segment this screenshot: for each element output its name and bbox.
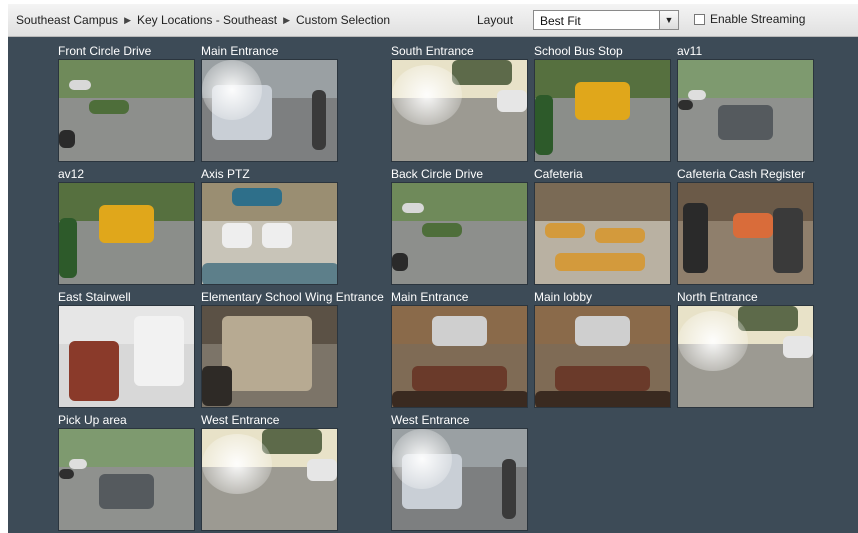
- camera-label: East Stairwell: [58, 290, 131, 304]
- chevron-right-icon: ▶: [283, 15, 290, 25]
- camera-tile[interactable]: North Entrance: [677, 288, 814, 408]
- camera-label: av11: [677, 44, 703, 58]
- camera-grid: Front Circle Drive Main Entrance South Ent…: [8, 37, 858, 533]
- camera-feed-thumbnail[interactable]: [677, 182, 814, 285]
- camera-tile[interactable]: School Bus Stop: [534, 42, 671, 162]
- camera-feed-thumbnail[interactable]: [677, 59, 814, 162]
- camera-tile[interactable]: Main Entrance: [201, 42, 338, 162]
- toolbar: Southeast Campus ▶ Key Locations - Southea…: [8, 4, 858, 37]
- camera-label: Pick Up area: [58, 413, 127, 427]
- camera-tile[interactable]: Main Entrance: [391, 288, 528, 408]
- camera-label: Back Circle Drive: [391, 167, 484, 181]
- camera-tile[interactable]: Front Circle Drive: [58, 42, 195, 162]
- camera-tile[interactable]: Cafeteria: [534, 165, 671, 285]
- camera-label: Main Entrance: [201, 44, 279, 58]
- camera-tile[interactable]: Axis PTZ: [201, 165, 338, 285]
- camera-label: Elementary School Wing Entrance: [201, 290, 384, 304]
- breadcrumb-item-key-locations[interactable]: Key Locations - Southeast: [137, 13, 277, 27]
- camera-feed-thumbnail[interactable]: [391, 59, 528, 162]
- camera-label: av12: [58, 167, 85, 181]
- camera-tile[interactable]: av12: [58, 165, 195, 285]
- layout-select-value: Best Fit: [540, 14, 581, 28]
- camera-feed-thumbnail[interactable]: [58, 182, 195, 285]
- camera-feed-thumbnail[interactable]: [201, 305, 338, 408]
- camera-feed-thumbnail[interactable]: [534, 182, 671, 285]
- camera-label: School Bus Stop: [534, 44, 623, 58]
- camera-tile[interactable]: Back Circle Drive: [391, 165, 528, 285]
- camera-feed-thumbnail[interactable]: [58, 305, 195, 408]
- camera-tile[interactable]: av11: [677, 42, 814, 162]
- camera-tile[interactable]: South Entrance: [391, 42, 528, 162]
- camera-label: Axis PTZ: [201, 167, 250, 181]
- camera-label: Cafeteria: [534, 167, 583, 181]
- camera-tile[interactable]: Pick Up area: [58, 411, 195, 531]
- camera-label: Main Entrance: [391, 290, 469, 304]
- layout-label: Layout: [477, 13, 514, 27]
- camera-feed-thumbnail[interactable]: [201, 428, 338, 531]
- camera-label: North Entrance: [677, 290, 758, 304]
- layout-select[interactable]: Best Fit ▼: [533, 10, 679, 30]
- chevron-down-icon[interactable]: ▼: [659, 11, 678, 29]
- camera-feed-thumbnail[interactable]: [534, 305, 671, 408]
- camera-tile[interactable]: Cafeteria Cash Register: [677, 165, 814, 285]
- camera-feed-thumbnail[interactable]: [677, 305, 814, 408]
- breadcrumb-item-campus[interactable]: Southeast Campus: [16, 13, 118, 27]
- camera-feed-thumbnail[interactable]: [58, 428, 195, 531]
- camera-feed-thumbnail[interactable]: [534, 59, 671, 162]
- camera-label: Main lobby: [534, 290, 593, 304]
- breadcrumb-item-custom-selection[interactable]: Custom Selection: [296, 13, 390, 27]
- enable-streaming-checkbox[interactable]: [694, 14, 705, 25]
- camera-label: Cafeteria Cash Register: [677, 167, 806, 181]
- camera-feed-thumbnail[interactable]: [391, 305, 528, 408]
- camera-tile[interactable]: West Entrance: [201, 411, 338, 531]
- camera-feed-thumbnail[interactable]: [391, 182, 528, 285]
- enable-streaming-toggle[interactable]: Enable Streaming: [694, 12, 805, 26]
- camera-tile[interactable]: East Stairwell: [58, 288, 195, 408]
- camera-label: Front Circle Drive: [58, 44, 152, 58]
- camera-tile[interactable]: Main lobby: [534, 288, 671, 408]
- camera-feed-thumbnail[interactable]: [391, 428, 528, 531]
- camera-label: West Entrance: [201, 413, 280, 427]
- breadcrumb: Southeast Campus ▶ Key Locations - Southea…: [16, 13, 390, 27]
- camera-tile[interactable]: Elementary School Wing Entrance: [201, 288, 384, 408]
- camera-feed-thumbnail[interactable]: [201, 182, 338, 285]
- chevron-right-icon: ▶: [124, 15, 131, 25]
- camera-label: South Entrance: [391, 44, 474, 58]
- enable-streaming-label: Enable Streaming: [710, 12, 806, 26]
- camera-feed-thumbnail[interactable]: [201, 59, 338, 162]
- camera-feed-thumbnail[interactable]: [58, 59, 195, 162]
- camera-label: West Entrance: [391, 413, 470, 427]
- camera-tile[interactable]: West Entrance: [391, 411, 528, 531]
